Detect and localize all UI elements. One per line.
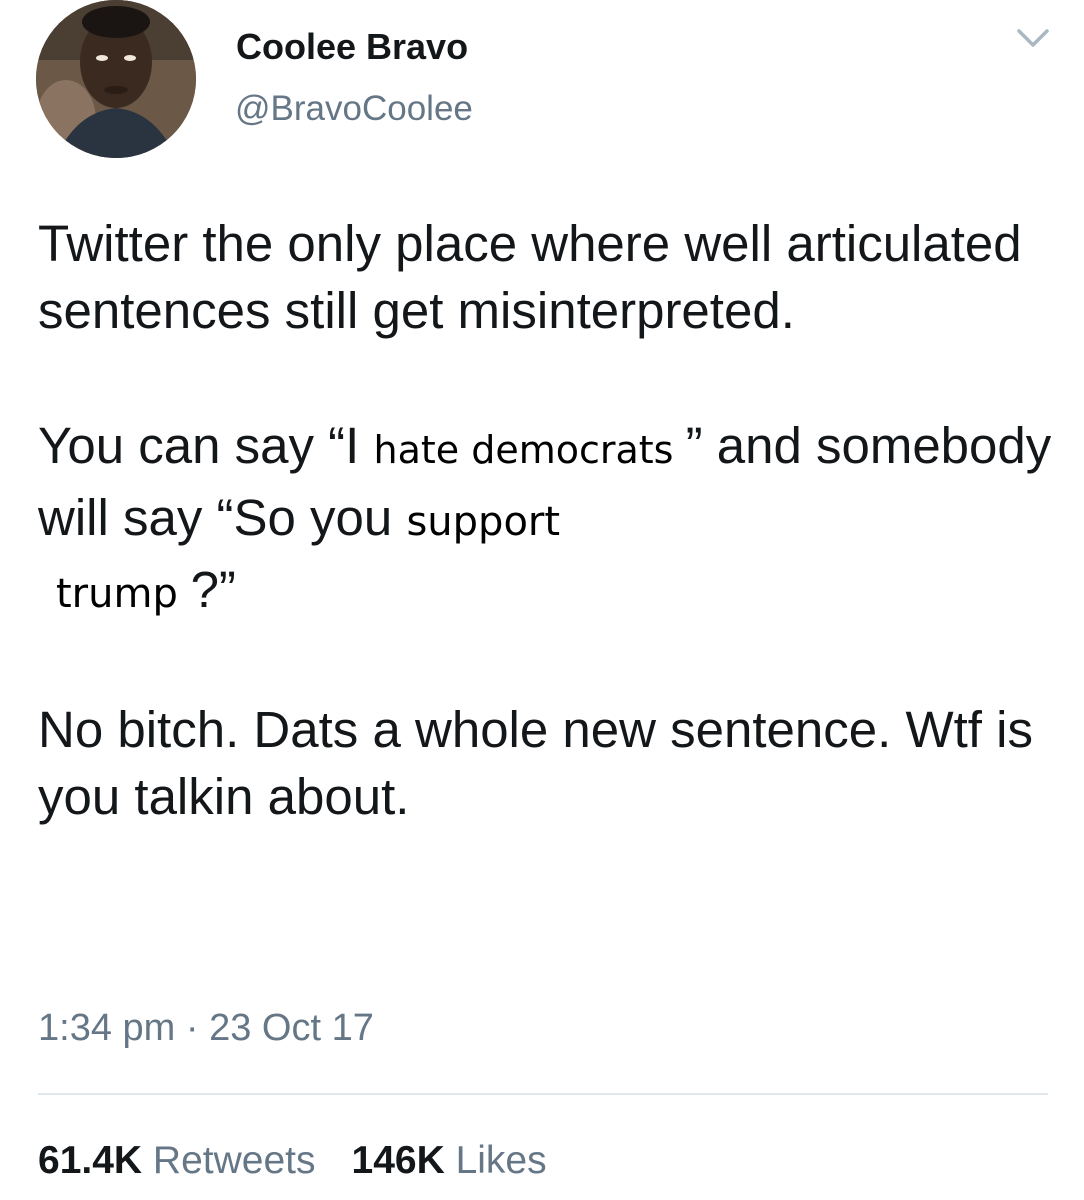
chevron-down-icon[interactable]: [1016, 27, 1050, 51]
tweet-text-segment: You can say “I: [38, 417, 374, 474]
tweet-paragraph-2: You can say “I hate democrats ” and some…: [38, 412, 1078, 628]
likes-count: 146K: [351, 1139, 445, 1182]
avatar-photo-icon: [36, 0, 196, 158]
display-name[interactable]: Coolee Bravo: [236, 26, 468, 68]
tweet-stats: 61.4K Retweets 146K Likes: [38, 1139, 547, 1183]
likes-label: Likes: [455, 1139, 547, 1182]
user-handle[interactable]: @BravoCoolee: [235, 89, 473, 129]
edited-text-segment: trump: [56, 571, 191, 617]
tweet-card: Coolee Bravo @BravoCoolee Twitter the on…: [0, 0, 1084, 1200]
avatar[interactable]: [36, 0, 196, 158]
tweet-text: Twitter the only place where well articu…: [38, 210, 1078, 830]
edited-text-segment: hate democrats: [373, 428, 686, 472]
tweet-paragraph-1: Twitter the only place where well articu…: [38, 215, 1022, 339]
edited-text-segment: support: [406, 499, 561, 545]
likes-stat[interactable]: 146K Likes: [352, 1139, 547, 1182]
divider: [38, 1093, 1048, 1095]
tweet-timestamp[interactable]: 1:34 pm · 23 Oct 17: [38, 1007, 374, 1050]
retweets-stat[interactable]: 61.4K Retweets: [38, 1139, 316, 1182]
tweet-paragraph-3: No bitch. Dats a whole new sentence. Wtf…: [38, 701, 1033, 825]
tweet-text-segment: ?”: [190, 561, 236, 618]
retweets-label: Retweets: [152, 1139, 316, 1182]
retweets-count: 61.4K: [38, 1139, 143, 1182]
